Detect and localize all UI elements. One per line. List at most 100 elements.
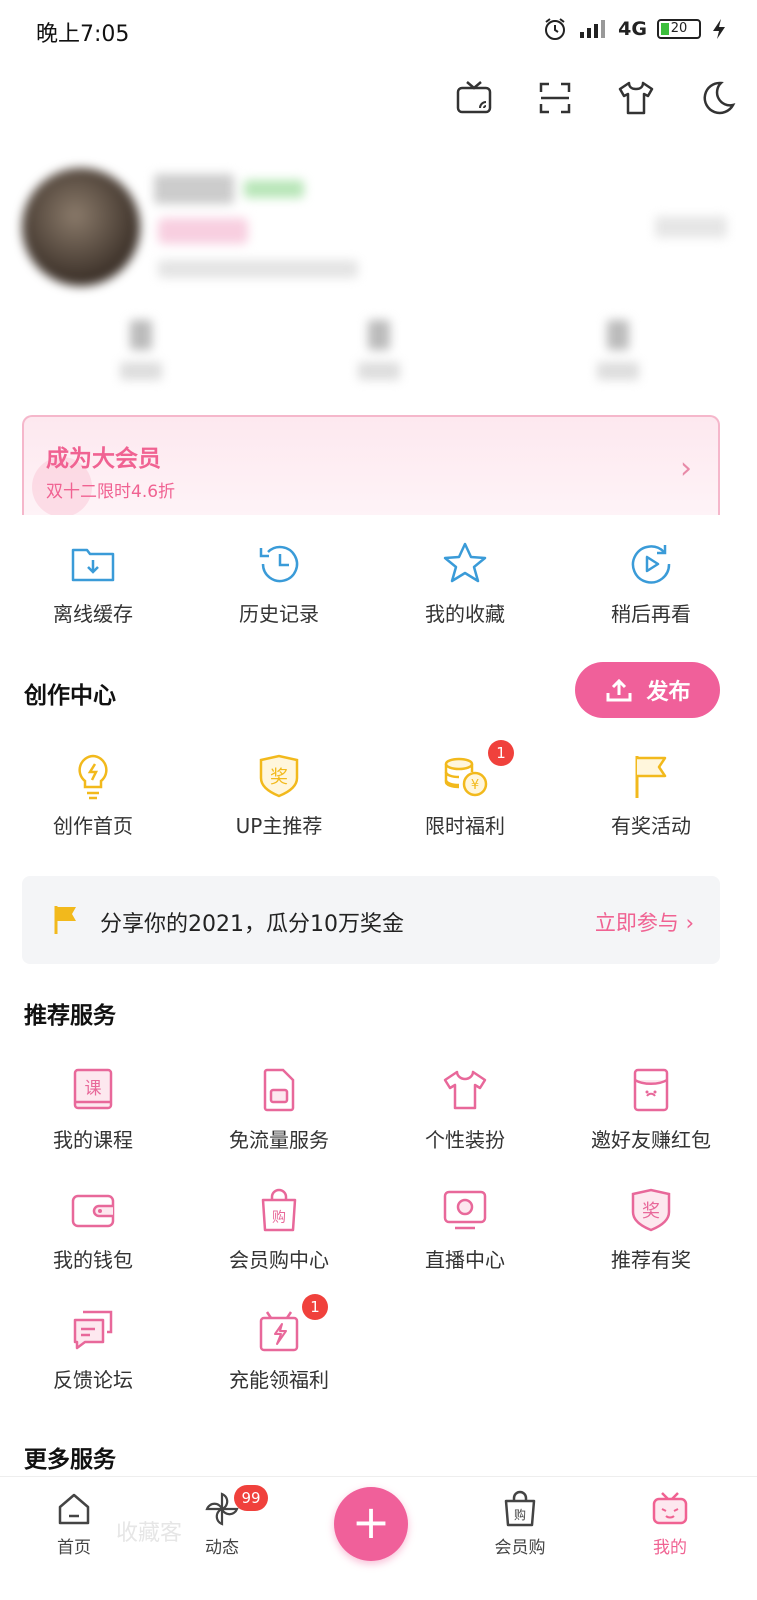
notification-badge: 1: [488, 740, 514, 766]
quick-action-label: 历史记录: [239, 602, 319, 626]
signal-icon: [580, 20, 606, 38]
creation-label: 限时福利: [425, 814, 505, 838]
promo-text: 分享你的2021，瓜分10万奖金: [100, 912, 404, 937]
avatar[interactable]: [22, 168, 140, 286]
recommended-services-title: 推荐服务: [24, 1003, 116, 1029]
history-icon: [259, 545, 299, 583]
quick-action-favorites[interactable]: 我的收藏: [372, 540, 558, 627]
promo-banner[interactable]: 分享你的2021，瓜分10万奖金 立即参与 ›: [22, 876, 720, 964]
service-label: 免流量服务: [229, 1128, 329, 1152]
home-icon: [58, 1493, 90, 1525]
notification-badge: 1: [302, 1294, 328, 1320]
live-tv-icon: [443, 1190, 487, 1230]
svg-text:奖: 奖: [642, 1201, 660, 1222]
profile-header[interactable]: [22, 168, 737, 298]
quick-action-offline[interactable]: 离线缓存: [0, 540, 186, 627]
publish-button[interactable]: 发布: [575, 662, 720, 718]
scan-icon[interactable]: [535, 78, 575, 118]
service-my-courses[interactable]: 课 我的课程: [0, 1066, 186, 1153]
sim-card-icon: [263, 1068, 295, 1112]
battery-level: 20: [670, 21, 688, 36]
quick-actions: 离线缓存 历史记录 我的收藏 稍后再看: [0, 540, 757, 627]
network-type: 4G: [618, 18, 647, 40]
vip-banner[interactable]: 成为大会员 双十二限时4.6折 ›: [22, 415, 720, 517]
creation-center-title: 创作中心: [24, 683, 116, 709]
service-feedback-forum[interactable]: 反馈论坛: [0, 1306, 186, 1393]
svg-text:购: 购: [514, 1507, 526, 1522]
creation-home[interactable]: 创作首页: [0, 752, 186, 839]
stat-followers[interactable]: [596, 320, 639, 390]
quick-action-label: 离线缓存: [53, 602, 133, 626]
battery-icon: 20: [657, 19, 701, 39]
service-label: 充能领福利: [229, 1368, 329, 1392]
service-wallet[interactable]: 我的钱包: [0, 1186, 186, 1273]
quick-action-label: 稍后再看: [611, 602, 691, 626]
nav-member-shop[interactable]: 购 会员购: [470, 1489, 570, 1558]
recommended-row-3: 反馈论坛 1 充能领福利: [0, 1294, 757, 1393]
quick-action-watch-later[interactable]: 稍后再看: [558, 540, 744, 627]
tshirt-icon: [443, 1070, 487, 1110]
svg-text:课: 课: [85, 1079, 102, 1099]
stat-dynamics[interactable]: [120, 320, 163, 390]
service-live-center[interactable]: 直播中心: [372, 1186, 558, 1273]
service-label: 反馈论坛: [53, 1368, 133, 1392]
service-charge-welfare[interactable]: 1 充能领福利: [186, 1294, 372, 1393]
coin-info-blurred: [158, 260, 358, 278]
vip-subtitle: 双十二限时4.6折: [46, 482, 176, 502]
creation-label: UP主推荐: [235, 814, 323, 838]
service-label: 会员购中心: [229, 1248, 329, 1272]
recommended-row-2: 我的钱包 购 会员购中心 直播中心 奖 推荐有奖: [0, 1186, 757, 1273]
svg-text:购: 购: [272, 1210, 286, 1226]
wallet-icon: [71, 1194, 115, 1228]
tshirt-skin-icon[interactable]: [616, 78, 656, 118]
feedback-chat-icon: [73, 1310, 113, 1350]
creation-label: 有奖活动: [611, 814, 691, 838]
tv-cast-icon[interactable]: [454, 78, 494, 118]
night-mode-icon[interactable]: [697, 78, 737, 118]
username-blurred: [154, 174, 234, 204]
space-link-blurred[interactable]: [655, 216, 727, 238]
upload-icon: [606, 678, 632, 702]
creation-up-recommend[interactable]: 奖 UP主推荐: [186, 752, 372, 839]
service-label: 直播中心: [425, 1248, 505, 1272]
tv-mascot-icon: [652, 1492, 688, 1525]
status-icons: 4G 20: [542, 16, 727, 42]
nav-dynamics[interactable]: 99 动态: [172, 1485, 272, 1558]
bottom-navigation: 收藏客 首页 99 动态 + 购 会员购 我的: [0, 1476, 757, 1600]
stat-following[interactable]: [358, 320, 401, 390]
service-label: 推荐有奖: [611, 1248, 691, 1272]
vip-tag-blurred: [158, 218, 248, 244]
publish-label: 发布: [646, 680, 691, 705]
shopping-bag-icon: 购: [261, 1188, 297, 1232]
lightbulb-icon: [78, 754, 108, 800]
gift-charge-icon: [259, 1311, 299, 1352]
red-envelope-icon: [633, 1068, 669, 1112]
creation-reward-activity[interactable]: 有奖活动: [558, 752, 744, 839]
nav-label: 我的: [653, 1538, 687, 1558]
creation-limited-welfare[interactable]: 1 ¥ 限时福利: [372, 740, 558, 839]
nav-mine[interactable]: 我的: [620, 1489, 720, 1558]
quick-action-label: 我的收藏: [425, 602, 505, 626]
profile-stats: [22, 320, 737, 390]
nav-label: 首页: [57, 1538, 91, 1558]
service-member-shop[interactable]: 购 会员购中心: [186, 1186, 372, 1273]
service-recommend-reward[interactable]: 奖 推荐有奖: [558, 1186, 744, 1273]
service-free-data[interactable]: 免流量服务: [186, 1066, 372, 1153]
promo-action-link[interactable]: 立即参与 ›: [595, 907, 694, 937]
status-time: 晚上7:05: [36, 22, 130, 47]
level-tag-blurred: [244, 180, 304, 198]
vip-title: 成为大会员: [46, 446, 161, 472]
nav-home[interactable]: 首页: [24, 1489, 124, 1558]
service-personalize[interactable]: 个性装扮: [372, 1066, 558, 1153]
chevron-right-icon: ›: [680, 451, 692, 486]
plus-button[interactable]: +: [334, 1487, 408, 1561]
flag-icon: [54, 906, 76, 934]
quick-action-history[interactable]: 历史记录: [186, 540, 372, 627]
service-invite-friends[interactable]: 邀好友赚红包: [558, 1066, 744, 1153]
top-toolbar: [454, 78, 737, 118]
status-bar: 晚上7:05 4G 20: [0, 0, 757, 60]
creation-items: 创作首页 奖 UP主推荐 1 ¥ 限时福利 有奖活动: [0, 740, 757, 839]
award-badge-icon: 奖: [259, 754, 299, 798]
recommended-row-1: 课 我的课程 免流量服务 个性装扮 邀好友赚红包: [0, 1066, 757, 1153]
reward-badge-icon: 奖: [631, 1188, 671, 1232]
